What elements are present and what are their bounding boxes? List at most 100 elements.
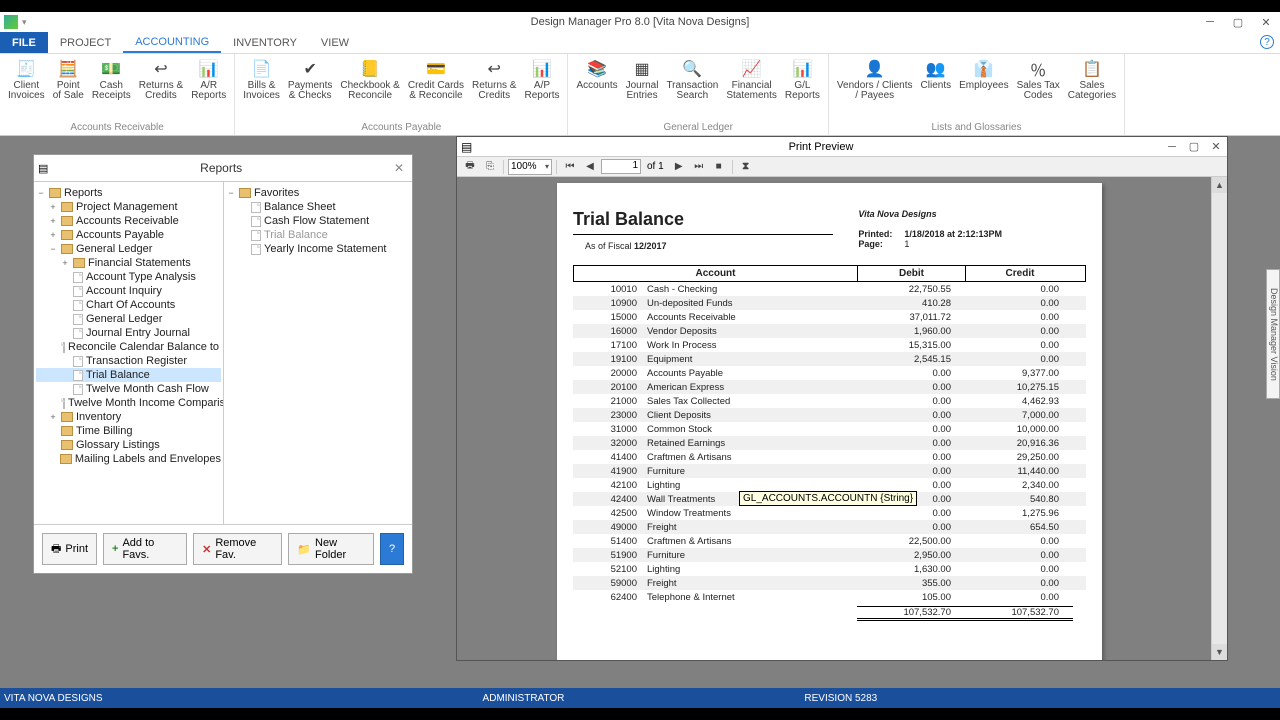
status-company: VITA NOVA DESIGNS: [4, 693, 103, 704]
total-credit: 107,532.70: [965, 606, 1073, 621]
tree-node[interactable]: +Inventory: [36, 410, 221, 424]
zoom-select[interactable]: 100%▾: [508, 159, 552, 175]
preview-title: Print Preview: [481, 141, 1161, 153]
ribbon-group-label: Accounts Receivable: [4, 121, 230, 135]
remove-fav-button[interactable]: ✕Remove Fav.: [193, 533, 282, 565]
prev-page-icon[interactable]: ◀: [581, 159, 599, 175]
table-row: 20100American Express0.0010,275.15: [573, 380, 1086, 394]
tree-node[interactable]: +Accounts Payable: [36, 228, 221, 242]
ribbon-journal-entries[interactable]: ▦Journal Entries: [622, 56, 663, 121]
ribbon-bills-invoices[interactable]: 📄Bills & Invoices: [239, 56, 284, 121]
ribbon-employees[interactable]: 👔Employees: [955, 56, 1012, 121]
scroll-up-icon[interactable]: ▲: [1212, 177, 1227, 193]
table-row: 51900Furniture2,950.000.00: [573, 548, 1086, 562]
tree-node[interactable]: General Ledger: [36, 312, 221, 326]
ribbon-ap-reports[interactable]: 📊A/P Reports: [520, 56, 563, 121]
reports-close-icon[interactable]: ✕: [390, 161, 408, 175]
menu-inventory[interactable]: INVENTORY: [221, 32, 309, 53]
table-row: 49000Freight0.00654.50: [573, 520, 1086, 534]
tree-root[interactable]: −Reports: [36, 186, 221, 200]
tree-node[interactable]: Reconcile Calendar Balance to Fiscal: [36, 340, 221, 354]
field-tooltip: GL_ACCOUNTS.ACCOUNTN {String}: [739, 491, 917, 506]
page-input[interactable]: 1: [601, 159, 641, 174]
favorite-item[interactable]: Trial Balance: [226, 228, 410, 242]
ribbon-accounts[interactable]: 📚Accounts: [572, 56, 621, 121]
ribbon-transaction-search[interactable]: 🔍Transaction Search: [662, 56, 722, 121]
ribbon-payments-checks[interactable]: ✔Payments & Checks: [284, 56, 336, 121]
reports-tree[interactable]: −Reports+Project Management+Accounts Rec…: [34, 182, 224, 524]
x-icon: ✕: [202, 543, 211, 556]
preview-scrollbar[interactable]: ▲ ▼: [1211, 177, 1227, 660]
menu-file[interactable]: FILE: [0, 32, 48, 53]
ribbon-clients[interactable]: 👥Clients: [917, 56, 956, 121]
ribbon-returns-credits-ap[interactable]: ↩Returns & Credits: [468, 56, 520, 121]
new-folder-button[interactable]: 📁New Folder: [288, 533, 374, 565]
ribbon-sales-categories[interactable]: 📋Sales Categories: [1064, 56, 1120, 121]
ribbon-vendors-payees[interactable]: 👤Vendors / Clients / Payees: [833, 56, 917, 121]
minimize-button[interactable]: ─: [1196, 13, 1224, 31]
report-page: Trial Balance As of Fiscal 12/2017 Vita …: [557, 183, 1102, 660]
last-page-icon[interactable]: ⏭: [690, 159, 708, 175]
tree-node[interactable]: Chart Of Accounts: [36, 298, 221, 312]
menu-project[interactable]: PROJECT: [48, 32, 123, 53]
preview-min-button[interactable]: ─: [1161, 141, 1183, 153]
stop-icon[interactable]: ■: [710, 159, 728, 175]
preview-canvas[interactable]: Trial Balance As of Fiscal 12/2017 Vita …: [457, 177, 1227, 660]
favorite-item[interactable]: Balance Sheet: [226, 200, 410, 214]
tree-node[interactable]: Account Inquiry: [36, 284, 221, 298]
tree-node[interactable]: Glossary Listings: [36, 438, 221, 452]
side-tab[interactable]: Design Manager Vision: [1266, 269, 1280, 399]
favorite-item[interactable]: Cash Flow Statement: [226, 214, 410, 228]
maximize-button[interactable]: ▢: [1224, 13, 1252, 31]
export-icon[interactable]: ⎘: [481, 159, 499, 175]
ribbon-client-invoices[interactable]: 🧾Client Invoices: [4, 56, 49, 121]
tree-node[interactable]: +Accounts Receivable: [36, 214, 221, 228]
first-page-icon[interactable]: ⏮: [561, 159, 579, 175]
close-button[interactable]: ✕: [1252, 13, 1280, 31]
ribbon-cash-receipts[interactable]: 💵Cash Receipts: [88, 56, 135, 121]
scroll-down-icon[interactable]: ▼: [1212, 644, 1227, 660]
ribbon-gl-reports[interactable]: 📊G/L Reports: [781, 56, 824, 121]
document-icon: [73, 384, 83, 395]
help-button[interactable]: ?: [380, 533, 404, 565]
ribbon-point-of-sale[interactable]: 🧮Point of Sale: [49, 56, 88, 121]
print-button[interactable]: 🖶Print: [42, 533, 97, 565]
ribbon-ar-reports[interactable]: 📊A/R Reports: [187, 56, 230, 121]
ribbon-checkbook-reconcile[interactable]: 📒Checkbook & Reconcile: [336, 56, 403, 121]
next-page-icon[interactable]: ▶: [670, 159, 688, 175]
add-favs-button[interactable]: +Add to Favs.: [103, 533, 187, 565]
preview-max-button[interactable]: ▢: [1183, 140, 1205, 153]
ribbon-sales-tax[interactable]: ％Sales Tax Codes: [1013, 56, 1064, 121]
table-row: 23000Client Deposits0.007,000.00: [573, 408, 1086, 422]
print-icon[interactable]: 🖶: [461, 159, 479, 175]
tree-node[interactable]: Trial Balance: [36, 368, 221, 382]
tree-node[interactable]: Journal Entry Journal: [36, 326, 221, 340]
tree-node[interactable]: Time Billing: [36, 424, 221, 438]
menu-view[interactable]: VIEW: [309, 32, 361, 53]
document-icon: [73, 272, 83, 283]
folder-icon: [73, 258, 85, 268]
tree-node[interactable]: +Project Management: [36, 200, 221, 214]
help-icon[interactable]: ?: [1260, 35, 1274, 49]
favorites-tree[interactable]: −FavoritesBalance SheetCash Flow Stateme…: [224, 182, 412, 524]
tree-node[interactable]: −General Ledger: [36, 242, 221, 256]
folder-icon: [61, 202, 73, 212]
preview-close-button[interactable]: ✕: [1205, 140, 1227, 153]
tree-node[interactable]: Account Type Analysis: [36, 270, 221, 284]
ribbon-returns-credits-ar[interactable]: ↩Returns & Credits: [135, 56, 187, 121]
tree-node[interactable]: Twelve Month Income Comparison: [36, 396, 221, 410]
menu-accounting[interactable]: ACCOUNTING: [123, 32, 221, 53]
reports-panel: ▤ Reports ✕ −Reports+Project Management+…: [33, 154, 413, 574]
document-icon: [73, 314, 83, 325]
tree-node[interactable]: Transaction Register: [36, 354, 221, 368]
preview-toolbar: 🖶 ⎘ 100%▾ ⏮ ◀ 1 of 1 ▶ ⏭ ■ ⧗: [457, 157, 1227, 177]
tree-node[interactable]: Mailing Labels and Envelopes: [36, 452, 221, 466]
tree-node[interactable]: +Financial Statements: [36, 256, 221, 270]
favorites-root[interactable]: −Favorites: [226, 186, 410, 200]
tree-node[interactable]: Twelve Month Cash Flow: [36, 382, 221, 396]
plus-icon: +: [112, 543, 118, 555]
favorite-item[interactable]: Yearly Income Statement: [226, 242, 410, 256]
ribbon-credit-cards[interactable]: 💳Credit Cards & Reconcile: [404, 56, 468, 121]
ribbon-financial-statements[interactable]: 📈Financial Statements: [722, 56, 781, 121]
search-icon[interactable]: ⧗: [737, 159, 755, 175]
